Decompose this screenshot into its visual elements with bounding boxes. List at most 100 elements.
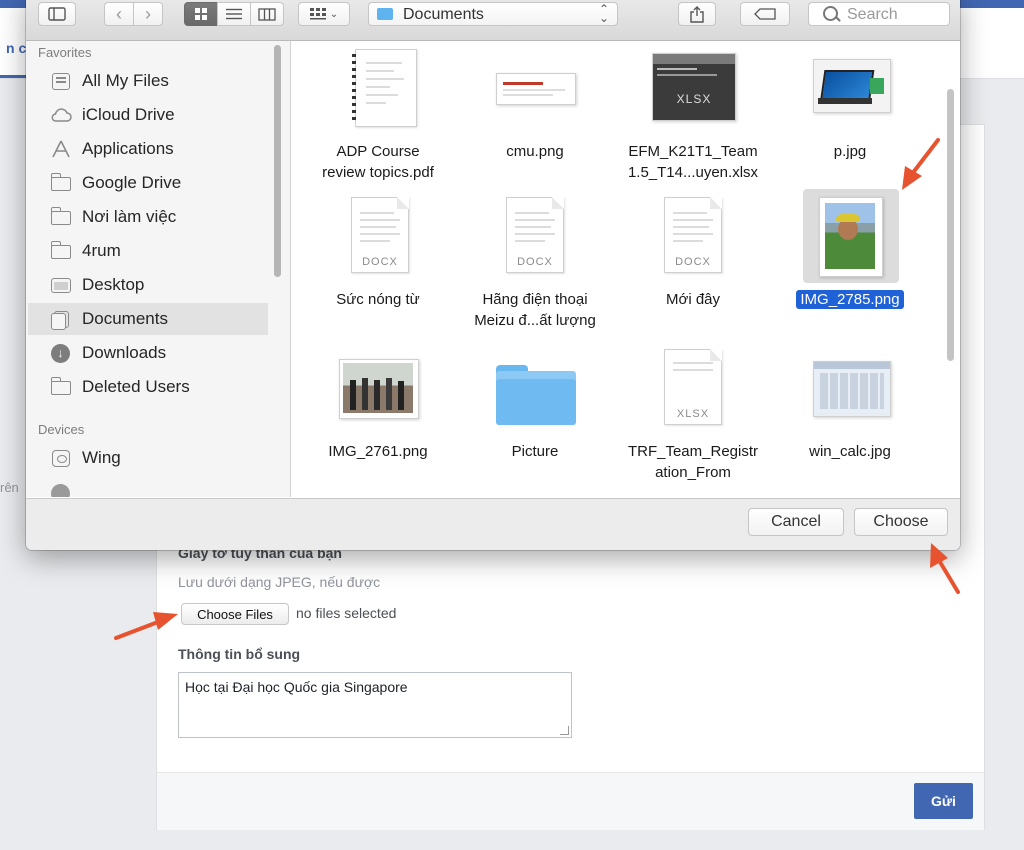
file-item[interactable]: DOCX Mới đây	[618, 197, 768, 347]
cloud-icon	[50, 105, 72, 125]
file-name-line: win_calc.jpg	[809, 443, 891, 460]
chevron-right-icon: ›	[145, 3, 151, 24]
choose-button[interactable]: Choose	[854, 508, 948, 536]
sidebar-item-deleted-users[interactable]: Deleted Users	[28, 371, 268, 403]
list-view-button[interactable]	[217, 2, 251, 26]
docx-tag: DOCX	[517, 256, 553, 268]
file-name: TRF_Team_Registr ation_From	[618, 441, 768, 483]
chevron-left-icon: ‹	[116, 3, 122, 24]
sidebar-item-label: Wing	[82, 448, 121, 467]
applications-icon	[50, 139, 72, 159]
sidebar-item-all-my-files[interactable]: All My Files	[28, 65, 268, 97]
updown-chevron-icon: ⌃ ⌄	[598, 2, 609, 25]
file-item[interactable]: cmu.png	[460, 45, 610, 195]
location-popup[interactable]: Documents ⌃ ⌄	[368, 2, 618, 26]
share-button[interactable]	[678, 2, 716, 26]
sidebar-item-google-drive[interactable]: Google Drive	[28, 167, 268, 199]
choose-files-button[interactable]: Choose Files	[181, 603, 289, 625]
file-name-line: p.jpg	[833, 143, 867, 160]
docx-tag: DOCX	[675, 256, 711, 268]
file-item[interactable]: DOCX Hãng điện thoại Meizu đ...ất lượng	[460, 197, 610, 347]
disk-icon	[50, 448, 72, 468]
pdf-document-icon	[352, 49, 417, 127]
file-item-selected[interactable]: IMG_2785.png	[775, 189, 925, 339]
image-thumbnail	[496, 73, 576, 105]
folder-item[interactable]: Picture	[460, 349, 610, 497]
sidebar-item-noi-lam-viec[interactable]: Nơi làm việc	[28, 201, 268, 233]
resize-handle-icon[interactable]	[560, 726, 569, 735]
file-name-line: cmu.png	[506, 143, 564, 160]
folder-icon	[50, 241, 72, 261]
folder-icon	[377, 8, 393, 20]
column-view-icon	[258, 7, 276, 21]
extra-info-value: Học tại Đại học Quốc gia Singapore	[185, 679, 408, 695]
sidebar-scrollbar[interactable]	[274, 45, 281, 277]
file-name-line: ation_From	[655, 464, 731, 481]
file-name: IMG_2761.png	[303, 441, 453, 462]
file-name-line: 1.5_T14...uyen.xlsx	[627, 164, 759, 181]
sidebar-item-label: Google Drive	[82, 173, 182, 192]
arrange-button[interactable]: ⌄	[298, 2, 350, 26]
column-view-button[interactable]	[250, 2, 284, 26]
list-view-icon	[226, 8, 242, 20]
extra-info-textarea[interactable]: Học tại Đại học Quốc gia Singapore	[178, 672, 572, 738]
file-name-line: IMG_2761.png	[328, 443, 428, 460]
dialog-sidebar: Favorites All My Files iCloud Drive Appl…	[26, 41, 291, 497]
sidebar-item-label: Downloads	[82, 343, 167, 362]
tags-button[interactable]	[740, 2, 790, 26]
arrange-grid-icon	[309, 8, 326, 20]
spreadsheet-thumbnail: XLSX	[652, 53, 736, 121]
cancel-button[interactable]: Cancel	[748, 508, 844, 536]
file-name-line: Sức nóng từ	[336, 291, 420, 308]
folder-icon	[496, 365, 576, 425]
no-files-selected-text: no files selected	[296, 605, 397, 621]
sidebar-item-icloud-drive[interactable]: iCloud Drive	[28, 99, 268, 131]
extra-info-label: Thông tin bổ sung	[178, 646, 301, 662]
search-placeholder: Search	[847, 6, 898, 23]
file-item[interactable]: XLSX TRF_Team_Registr ation_From	[618, 349, 768, 497]
image-thumbnail	[813, 59, 891, 113]
icon-view-button[interactable]	[184, 2, 218, 26]
content-scrollbar[interactable]	[947, 89, 954, 361]
file-name-line: EFM_K21T1_Team	[628, 143, 758, 160]
xlsx-tag: XLSX	[676, 408, 710, 420]
file-item[interactable]: IMG_2761.png	[303, 349, 453, 497]
file-name-line: ADP Course	[336, 143, 420, 160]
file-item[interactable]: DOCX Sức nóng từ	[303, 197, 453, 347]
tag-icon	[754, 8, 776, 20]
sidebar-item-label: 4rum	[82, 241, 121, 260]
file-name-line: review topics.pdf	[322, 164, 434, 181]
sidebar-item-documents[interactable]: Documents	[28, 303, 268, 335]
dialog-toolbar: ‹ › ⌄ Documents ⌃ ⌄ Search	[26, 0, 960, 41]
documents-icon	[50, 309, 72, 330]
sidebar-item-downloads[interactable]: ↓ Downloads	[28, 337, 268, 369]
file-item[interactable]: XLSX EFM_K21T1_Team 1.5_T14...uyen.xlsx	[618, 45, 768, 195]
file-name: Hãng điện thoại Meizu đ...ất lượng	[460, 289, 610, 331]
sidebar-item-wing[interactable]: Wing	[28, 442, 268, 474]
sidebar-item-applications[interactable]: Applications	[28, 133, 268, 165]
file-item[interactable]: p.jpg	[775, 45, 925, 195]
sidebar-item-label: Nơi làm việc	[82, 207, 177, 226]
submit-button[interactable]: Gửi	[914, 783, 973, 819]
sidebar-toggle-button[interactable]	[38, 2, 76, 26]
file-name-line: Picture	[511, 443, 559, 460]
back-button[interactable]: ‹	[104, 2, 134, 26]
file-format-hint: Lưu dưới dạng JPEG, nếu được	[178, 574, 381, 590]
location-label: Documents	[403, 6, 484, 23]
file-browser: ADP Course review topics.pdf cmu.png XLSX…	[291, 41, 960, 497]
folder-icon	[50, 207, 72, 227]
docx-document-icon: DOCX	[351, 197, 409, 273]
forward-button[interactable]: ›	[133, 2, 163, 26]
docx-document-icon: DOCX	[506, 197, 564, 273]
file-name: win_calc.jpg	[775, 441, 925, 462]
sidebar-item-desktop[interactable]: Desktop	[28, 269, 268, 301]
file-name: cmu.png	[460, 141, 610, 162]
devices-header: Devices	[38, 422, 85, 437]
file-name: ADP Course review topics.pdf	[303, 141, 453, 183]
sidebar-item-4rum[interactable]: 4rum	[28, 235, 268, 267]
sidebar-item-partial[interactable]	[28, 477, 268, 497]
file-item[interactable]: ADP Course review topics.pdf	[303, 45, 453, 195]
file-item[interactable]: win_calc.jpg	[775, 349, 925, 497]
docx-tag: DOCX	[362, 256, 398, 268]
search-input[interactable]: Search	[808, 2, 950, 26]
